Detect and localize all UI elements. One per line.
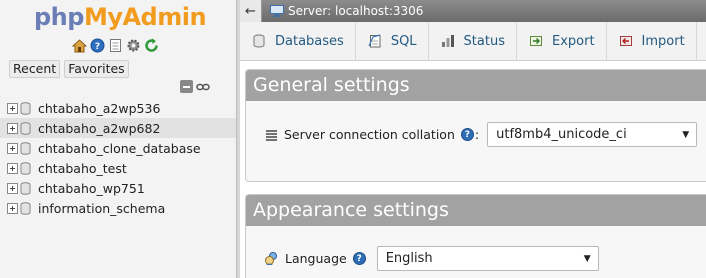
database-icon (20, 141, 31, 155)
tab-export-label: Export (551, 33, 595, 49)
tab-import-label: Import (641, 33, 685, 49)
server-icon (270, 5, 284, 17)
database-tree-item[interactable]: chtabaho_wp751 (0, 178, 236, 198)
database-tree-item[interactable]: chtabaho_a2wp682 (0, 118, 236, 138)
database-icon (20, 121, 31, 135)
language-select-value: English (385, 251, 433, 266)
language-help-icon[interactable]: ? (352, 252, 366, 265)
quick-icons: ? (72, 38, 159, 53)
recent-tab[interactable]: Recent (9, 60, 61, 78)
tab-sql[interactable]: SQL (356, 22, 429, 60)
sql-icon (368, 34, 381, 48)
tab-status-label: Status (463, 33, 505, 49)
language-label: Language (285, 251, 347, 266)
status-icon (441, 35, 454, 47)
collation-help-icon[interactable]: ? (460, 128, 474, 141)
database-icon (20, 181, 31, 195)
language-row: Language ? English ▼ (264, 246, 599, 271)
database-tree-item[interactable]: chtabaho_test (0, 158, 236, 178)
appearance-settings-title: Appearance settings (246, 195, 706, 226)
collation-label: Server connection collation (284, 127, 455, 142)
collation-select[interactable]: utf8mb4_unicode_ci ▼ (487, 122, 698, 147)
logo-php-text: php (34, 3, 84, 31)
database-tree-item[interactable]: chtabaho_clone_database (0, 138, 236, 158)
settings-icon[interactable] (126, 38, 141, 53)
import-icon (619, 36, 632, 46)
link-with-main-icon[interactable] (196, 82, 210, 92)
chevron-down-icon: ▼ (583, 254, 591, 264)
logout-icon[interactable]: ? (90, 38, 105, 53)
database-tree-item[interactable]: information_schema (0, 198, 236, 218)
language-select[interactable]: English ▼ (376, 246, 599, 271)
database-icon (20, 201, 31, 215)
expand-plus-icon[interactable] (7, 142, 18, 154)
expand-plus-icon[interactable] (7, 162, 18, 174)
tab-export[interactable]: Export (517, 22, 607, 60)
database-icon (253, 34, 265, 48)
database-icon (20, 101, 31, 115)
export-icon (529, 36, 542, 46)
database-name-link[interactable]: chtabaho_test (38, 161, 127, 176)
database-name-link[interactable]: chtabaho_a2wp682 (38, 121, 160, 136)
database-name-link[interactable]: chtabaho_clone_database (38, 141, 201, 156)
server-breadcrumb-bar: ← Server: localhost:3306 (240, 0, 706, 22)
expand-plus-icon[interactable] (7, 182, 18, 194)
server-breadcrumb-link[interactable]: Server: localhost:3306 (288, 4, 423, 18)
nav-tabs: Recent Favorites (9, 60, 129, 78)
chevron-down-icon: ▼ (682, 130, 690, 140)
expand-plus-icon[interactable] (7, 202, 18, 214)
logo-my-text: My (83, 3, 123, 31)
database-tree: chtabaho_a2wp536 chtabaho_a2wp682 chtabaho… (0, 98, 236, 218)
collation-row: Server connection collation ? : utf8mb4_… (265, 122, 698, 147)
database-name-link[interactable]: chtabaho_a2wp536 (38, 101, 160, 116)
general-settings-panel: General settings Server connection colla… (245, 69, 706, 182)
collation-icon (266, 129, 277, 141)
tab-databases[interactable]: Databases (240, 22, 356, 60)
tab-import[interactable]: Import (607, 22, 697, 60)
database-name-link[interactable]: chtabaho_wp751 (38, 181, 145, 196)
expand-plus-icon[interactable] (7, 102, 18, 114)
main-tabs: Databases SQL Status Export Import (240, 22, 706, 61)
tab-status[interactable]: Status (429, 22, 517, 60)
tree-controls (180, 80, 210, 93)
phpmyadmin-logo[interactable]: phpMyAdmin (34, 2, 207, 32)
database-icon (20, 161, 31, 175)
svg-text:?: ? (95, 42, 100, 52)
tab-databases-label: Databases (275, 33, 344, 49)
logo-admin-text: Admin (122, 3, 207, 31)
database-tree-item[interactable]: chtabaho_a2wp536 (0, 98, 236, 118)
favorites-tab[interactable]: Favorites (64, 60, 129, 78)
tab-sql-label: SQL (390, 33, 417, 49)
language-icon (265, 252, 277, 265)
collapse-all-button[interactable] (180, 80, 193, 93)
collation-select-value: utf8mb4_unicode_ci (496, 127, 627, 142)
collation-colon: : (474, 127, 480, 142)
navigation-panel: phpMyAdmin ? Recent Favorites chtabaho_a… (0, 0, 237, 278)
reload-icon[interactable] (144, 38, 159, 53)
database-name-link[interactable]: information_schema (38, 201, 165, 216)
expand-plus-icon[interactable] (7, 122, 18, 134)
appearance-settings-panel: Appearance settings Language ? English ▼ (245, 194, 706, 278)
home-icon[interactable] (72, 38, 87, 53)
general-settings-title: General settings (246, 70, 706, 101)
docs-icon[interactable] (108, 38, 123, 53)
back-arrow-icon[interactable]: ← (240, 0, 262, 22)
